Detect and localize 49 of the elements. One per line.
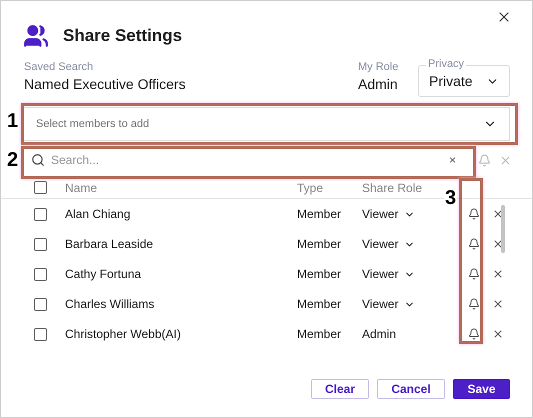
checkbox[interactable] — [34, 328, 47, 340]
role-select[interactable]: Viewer — [362, 265, 416, 283]
secondary-button[interactable]: Clear — [311, 379, 369, 399]
field-value: Admin — [358, 75, 399, 94]
search-field[interactable]: Search... × — [23, 146, 464, 174]
remove-icon[interactable] — [492, 298, 504, 310]
member-type: Member — [297, 326, 342, 343]
member-name: Cathy Fortuna — [65, 266, 142, 283]
bell-icon[interactable] — [468, 208, 480, 220]
field-value: Named Executive Officers — [24, 75, 187, 94]
member-name: Alan Chiang — [65, 206, 132, 223]
dialog-title: Share Settings — [63, 25, 182, 48]
checkbox[interactable] — [34, 298, 47, 310]
member-type: Member — [297, 236, 342, 253]
role-select[interactable]: Viewer — [362, 205, 416, 223]
save-button[interactable]: Save — [453, 379, 510, 399]
column-header: Type — [297, 180, 324, 196]
member-name: Christopher Webb(AI) — [65, 326, 182, 343]
checkbox[interactable] — [34, 181, 47, 194]
users-icon — [23, 23, 49, 49]
field-label: My Role — [358, 61, 400, 74]
remove-icon[interactable] — [492, 268, 504, 280]
field-label: Privacy — [426, 58, 466, 70]
role-text: Admin — [362, 326, 396, 343]
remove-icon[interactable] — [492, 208, 504, 220]
scrollbar[interactable] — [501, 205, 505, 253]
bell-icon[interactable] — [468, 268, 480, 280]
checkbox[interactable] — [34, 238, 47, 250]
column-header: Name — [65, 180, 98, 196]
member-type: Member — [297, 266, 342, 283]
search-icon — [31, 153, 45, 167]
checkbox[interactable] — [34, 208, 47, 220]
member-type: Member — [297, 296, 342, 313]
bell-icon[interactable] — [468, 238, 480, 250]
clear-search-button[interactable]: × — [448, 151, 456, 169]
bell-icon[interactable] — [468, 298, 480, 310]
role-select[interactable]: Viewer — [362, 235, 416, 253]
field-label: Saved Search — [24, 61, 94, 74]
member-select[interactable]: Select members to add — [23, 107, 510, 141]
role-select[interactable]: Viewer — [362, 295, 416, 313]
column-header: Share Role — [362, 180, 422, 196]
member-type: Member — [297, 206, 342, 223]
remove-icon[interactable] — [492, 238, 504, 250]
remove-icon[interactable] — [492, 328, 504, 340]
secondary-button[interactable]: Cancel — [377, 379, 445, 399]
checkbox[interactable] — [34, 268, 47, 280]
bell-icon[interactable] — [468, 328, 480, 340]
member-name: Barbara Leaside — [65, 236, 154, 253]
member-name: Charles Williams — [65, 296, 156, 313]
